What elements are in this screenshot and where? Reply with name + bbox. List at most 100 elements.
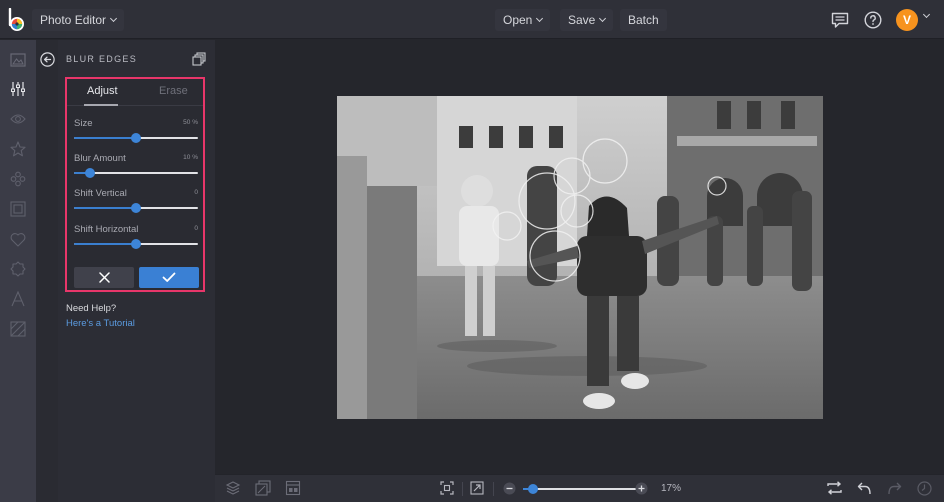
save-label: Save	[568, 13, 596, 27]
shift-horizontal-value: 0	[194, 225, 198, 232]
redo-icon	[887, 482, 901, 495]
swap-icon	[826, 481, 842, 495]
size-slider-handle[interactable]	[131, 133, 141, 143]
rail-item-frames[interactable]	[8, 199, 28, 219]
help-title: Need Help?	[66, 303, 117, 314]
chevron-down-icon	[110, 14, 118, 23]
settings-tabs: Adjust Erase	[67, 79, 203, 106]
tutorial-link[interactable]: Here's a Tutorial	[66, 318, 135, 329]
rail-item-touch-up[interactable]	[8, 169, 28, 189]
avatar-initial: V	[902, 13, 911, 27]
zoom-in-icon	[635, 482, 647, 494]
shift-vertical-slider-handle[interactable]	[131, 203, 141, 213]
open-menu-button[interactable]: Open	[495, 9, 551, 31]
badge-icon	[10, 261, 26, 277]
image-stack-icon	[255, 480, 271, 496]
rail-item-text[interactable]	[8, 289, 28, 309]
blur-edges-panel: BLUR EDGES Adjust Erase Size 50 % Blur A…	[36, 40, 215, 502]
help-button[interactable]	[862, 9, 884, 31]
zoom-in-button[interactable]	[633, 480, 649, 496]
blur-amount-slider-handle[interactable]	[85, 168, 96, 178]
user-avatar[interactable]: V	[896, 9, 918, 31]
rail-item-textures[interactable]	[8, 319, 28, 339]
editor-canvas	[215, 40, 944, 474]
rail-item-edit[interactable]	[8, 50, 28, 70]
cancel-button[interactable]	[74, 267, 134, 288]
rail-item-effects[interactable]	[8, 109, 28, 129]
blur-amount-slider[interactable]	[74, 168, 198, 178]
eye-icon	[10, 114, 26, 124]
compare-button[interactable]	[826, 480, 842, 496]
actual-size-button[interactable]	[469, 480, 485, 496]
layers-copy-icon[interactable]	[192, 52, 206, 66]
blur-amount-label: Blur Amount	[74, 153, 126, 164]
tab-adjust[interactable]: Adjust	[87, 85, 118, 97]
history-button[interactable]	[916, 480, 932, 496]
expand-icon	[470, 481, 484, 495]
zoom-level: 17%	[661, 483, 682, 494]
batch-button[interactable]: Batch	[620, 9, 667, 31]
shift-vertical-slider-fill	[74, 207, 136, 209]
layout-button[interactable]	[285, 480, 301, 496]
image-manager-button[interactable]	[255, 480, 271, 496]
blur-amount-slider-row: Blur Amount 10 %	[74, 153, 198, 185]
star-icon	[10, 141, 26, 157]
close-icon	[98, 272, 110, 283]
apply-button[interactable]	[139, 267, 199, 288]
divider	[493, 482, 494, 496]
photo-preview[interactable]	[337, 96, 823, 419]
layers-button[interactable]	[225, 480, 241, 496]
batch-label: Batch	[628, 13, 659, 27]
bubbles-photo-image	[337, 96, 823, 419]
save-menu-button[interactable]: Save	[560, 9, 614, 31]
layers-icon	[225, 481, 241, 495]
blur-amount-value: 10 %	[183, 154, 198, 161]
rail-item-graphics[interactable]	[8, 229, 28, 249]
fit-to-screen-button[interactable]	[439, 480, 455, 496]
shift-vertical-slider[interactable]	[74, 203, 198, 213]
rail-item-artsy[interactable]	[8, 139, 28, 159]
shift-vertical-slider-row: Shift Vertical 0	[74, 188, 198, 220]
shift-horizontal-slider-handle[interactable]	[131, 239, 141, 249]
redo-button[interactable]	[886, 480, 902, 496]
top-bar: Photo Editor Open Save Batch V	[0, 0, 944, 39]
bottom-toolbar: 17%	[215, 474, 944, 502]
image-icon	[10, 53, 26, 67]
account-chevron-down-icon[interactable]	[922, 10, 931, 19]
size-label: Size	[74, 118, 93, 129]
tab-erase[interactable]: Erase	[159, 85, 188, 97]
befunky-logo-icon[interactable]	[7, 8, 27, 32]
shift-horizontal-slider[interactable]	[74, 239, 198, 249]
back-arrow-icon[interactable]	[40, 52, 55, 67]
zoom-slider[interactable]	[532, 488, 637, 490]
zoom-out-icon	[503, 482, 515, 494]
zoom-out-button[interactable]	[501, 480, 517, 496]
fit-screen-icon	[440, 481, 454, 495]
chevron-down-icon	[599, 14, 607, 23]
texture-icon	[10, 321, 26, 337]
active-tab-indicator	[84, 104, 118, 106]
checkmark-icon	[162, 272, 176, 282]
chat-icon	[831, 12, 849, 28]
clock-icon	[916, 480, 932, 496]
size-slider[interactable]	[74, 133, 198, 143]
photo-editor-menu-label: Photo Editor	[40, 13, 107, 27]
shift-horizontal-slider-fill	[74, 243, 136, 245]
panel-shade	[36, 40, 58, 502]
layout-icon	[285, 480, 301, 496]
rail-item-overlays[interactable]	[8, 259, 28, 279]
shift-vertical-value: 0	[194, 189, 198, 196]
shift-vertical-label: Shift Vertical	[74, 188, 127, 199]
zoom-slider-handle[interactable]	[528, 484, 538, 494]
overlays-icon	[10, 171, 26, 187]
undo-button[interactable]	[856, 480, 872, 496]
rail-item-adjust[interactable]	[8, 79, 28, 99]
shift-horizontal-label: Shift Horizontal	[74, 224, 139, 235]
question-icon	[864, 11, 882, 29]
feedback-button[interactable]	[829, 9, 851, 31]
chevron-down-icon	[536, 14, 544, 23]
text-icon	[11, 291, 25, 307]
shift-horizontal-slider-row: Shift Horizontal 0	[74, 224, 198, 256]
open-label: Open	[503, 13, 533, 27]
photo-editor-menu[interactable]: Photo Editor	[32, 9, 125, 31]
